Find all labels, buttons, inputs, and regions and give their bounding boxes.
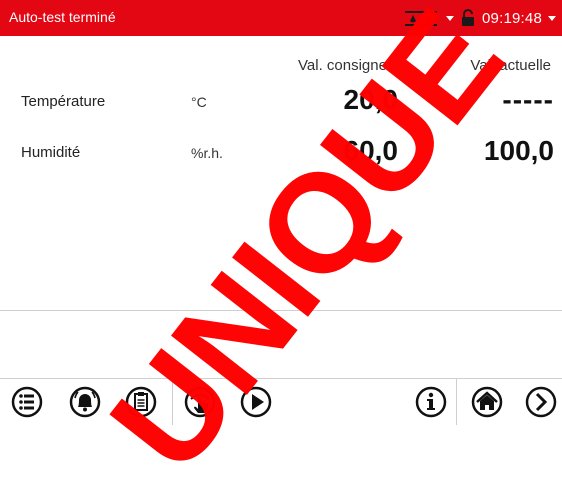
toolbar-divider	[456, 379, 457, 425]
humidity-actual: 100,0	[483, 135, 554, 166]
info-icon[interactable]	[414, 385, 448, 419]
actual-column-header: Val. actuelle	[470, 57, 551, 74]
temperature-actual: -----	[502, 84, 554, 115]
clock: 09:19:48	[482, 9, 542, 27]
touch-icon[interactable]	[183, 385, 217, 419]
setpoint-column-header: Val. consigne	[298, 57, 387, 74]
status-bar: Auto-test terminé 09:19:48	[0, 0, 562, 36]
temperature-label: Température	[21, 93, 106, 110]
temperature-unit: °C	[191, 94, 207, 110]
divider	[0, 310, 562, 311]
dropdown-chevron-icon[interactable]	[446, 15, 454, 21]
door-humidity-icon[interactable]	[402, 8, 440, 28]
menu-icon[interactable]	[10, 385, 44, 419]
lock-icon[interactable]	[460, 9, 476, 27]
status-bar-controls: 09:19:48	[402, 6, 556, 30]
temperature-setpoint[interactable]: 20,0	[298, 84, 399, 116]
status-message: Auto-test terminé	[9, 9, 116, 25]
alarm-icon[interactable]	[68, 385, 102, 419]
clipboard-icon[interactable]	[124, 385, 158, 419]
bottom-toolbar	[0, 378, 562, 425]
humidity-setpoint[interactable]: 60,0	[298, 135, 399, 167]
next-icon[interactable]	[524, 385, 558, 419]
home-icon[interactable]	[470, 385, 504, 419]
controller-screen: Auto-test terminé 09:19:48 Val. consigne…	[0, 0, 562, 499]
watermark: UNIQUE	[80, 0, 532, 499]
play-icon[interactable]	[239, 385, 273, 419]
dropdown-chevron-icon[interactable]	[548, 15, 556, 21]
humidity-unit: %r.h.	[191, 145, 223, 161]
humidity-label: Humidité	[21, 144, 81, 161]
toolbar-divider	[172, 379, 173, 425]
